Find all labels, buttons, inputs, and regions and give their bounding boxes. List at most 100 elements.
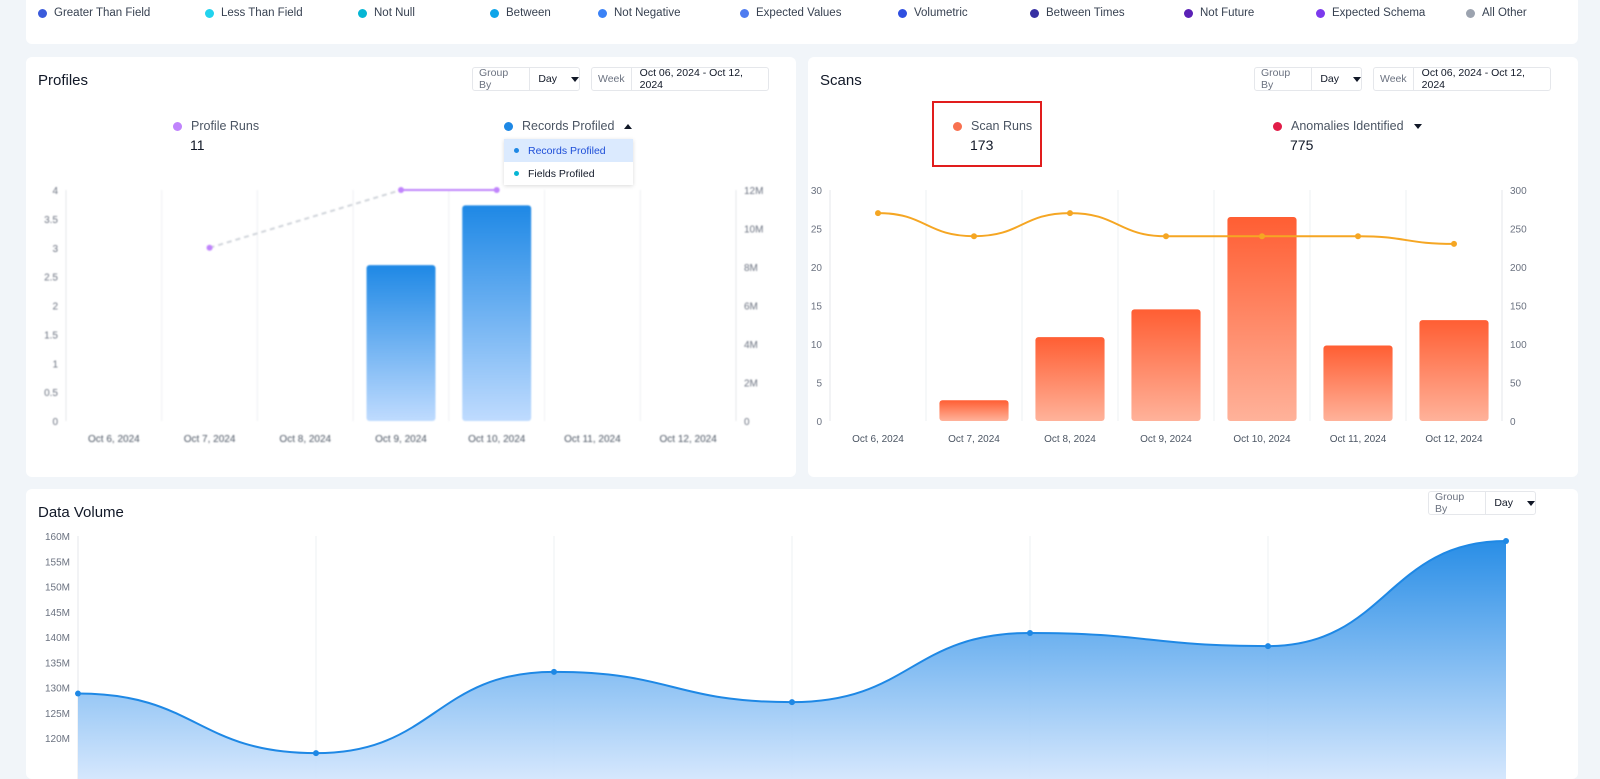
line-point — [1503, 538, 1509, 545]
y-left-tick-label: 3 — [52, 244, 58, 255]
bar — [1131, 309, 1201, 421]
y-tick-label: 160M — [45, 532, 70, 543]
legend-item[interactable]: Volumetric — [898, 7, 968, 19]
legend-label: Not Negative — [614, 7, 681, 19]
y-right-tick-label: 250 — [1510, 225, 1527, 236]
x-tick-label: Oct 9, 2024 — [1140, 434, 1192, 445]
bar — [462, 205, 532, 421]
y-right-tick-label: 6M — [744, 302, 758, 313]
y-left-tick-label: 5 — [816, 379, 822, 390]
dot-icon — [514, 148, 519, 153]
line-point — [493, 187, 500, 193]
scans-card: Scans Group By Day Week Oct 06, 2024 - O… — [808, 57, 1578, 477]
line-point — [875, 210, 881, 217]
bar — [1227, 216, 1297, 421]
legend-item[interactable]: Greater Than Field — [38, 7, 150, 19]
y-right-tick-label: 2M — [744, 379, 758, 390]
legend-label: Expected Values — [756, 7, 842, 19]
line-point — [1265, 643, 1271, 650]
legend-item[interactable]: All Other — [1466, 7, 1527, 19]
y-right-tick-label: 8M — [744, 263, 758, 274]
y-tick-label: 130M — [45, 684, 70, 695]
x-tick-label: Oct 10, 2024 — [1233, 434, 1291, 445]
dot-icon — [514, 171, 519, 176]
bar — [939, 400, 1009, 421]
legend-item[interactable]: Expected Schema — [1316, 7, 1425, 19]
legend-item[interactable]: Not Negative — [598, 7, 680, 19]
line-point — [206, 244, 213, 251]
data-volume-chart: 120M 125M 130M 135M 140M 145M 150M 155M 160M — [45, 532, 1509, 779]
line-point — [1027, 629, 1033, 636]
y-left-tick-label: 2 — [52, 302, 58, 313]
line-point — [313, 750, 319, 757]
profiles-chart: 0 0.5 1 1.5 2 2.5 3 3.5 4 0 2M 4M 6M 8M 10M 12M Oct 6, 2… — [44, 186, 763, 445]
check-type-legend: Greater Than Field Less Than Field Not Nul… — [26, 0, 1578, 44]
y-right-tick-label: 4M — [744, 340, 758, 351]
y-right-tick-label: 0 — [744, 417, 750, 428]
legend-label: Volumetric — [914, 7, 968, 19]
bar — [1323, 345, 1393, 421]
legend-item[interactable]: Less Than Field — [205, 7, 303, 19]
legend-dot — [38, 8, 47, 18]
y-left-tick-label: 3.5 — [44, 215, 58, 226]
y-left-tick-label: 0 — [52, 417, 58, 428]
y-tick-label: 120M — [45, 734, 70, 745]
legend-item[interactable]: Between — [490, 7, 551, 19]
legend-item[interactable]: Expected Values — [740, 7, 841, 19]
x-tick-label: Oct 8, 2024 — [1044, 434, 1096, 445]
line-point — [1355, 233, 1361, 240]
legend-row: Greater Than Field Less Than Field Not Nul… — [38, 7, 1566, 23]
legend-dot — [205, 8, 214, 18]
bar — [1035, 337, 1105, 421]
legend-dot — [1316, 8, 1325, 18]
y-left-tick-label: 10 — [811, 340, 823, 351]
series-line — [209, 189, 402, 249]
line-point — [1451, 240, 1457, 247]
y-left-tick-label: 25 — [811, 225, 823, 236]
legend-label: All Other — [1482, 7, 1527, 19]
legend-label: Not Future — [1200, 7, 1255, 19]
y-left-tick-label: 0.5 — [44, 388, 58, 399]
y-right-tick-label: 300 — [1510, 186, 1527, 197]
x-tick-label: Oct 11, 2024 — [564, 434, 621, 445]
y-right-tick-label: 12M — [744, 186, 763, 197]
x-tick-label: Oct 7, 2024 — [948, 434, 1000, 445]
y-right-tick-label: 50 — [1510, 379, 1522, 390]
dropdown-option-label: Records Profiled — [528, 144, 606, 157]
y-right-tick-label: 0 — [1510, 417, 1516, 428]
dropdown-option-label: Fields Profiled — [528, 167, 595, 180]
legend-item[interactable]: Not Null — [358, 7, 415, 19]
y-right-tick-label: 150 — [1510, 302, 1527, 313]
y-right-tick-label: 100 — [1510, 340, 1527, 351]
line-point — [789, 699, 795, 706]
legend-item[interactable]: Between Times — [1030, 7, 1125, 19]
dropdown-option-records-profiled[interactable]: Records Profiled — [504, 139, 633, 162]
legend-dot — [598, 8, 607, 18]
line-point — [1067, 210, 1073, 217]
data-volume-card: Data Volume Group By Day 120M 125M 130M 135… — [26, 489, 1578, 779]
bar — [366, 265, 436, 421]
y-left-tick-label: 4 — [52, 186, 58, 197]
profiles-card: Profiles Group By Day Week Oct 06, 2024 … — [26, 57, 796, 477]
x-tick-label: Oct 9, 2024 — [375, 434, 427, 445]
line-point — [1163, 233, 1169, 240]
y-left-tick-label: 30 — [811, 186, 823, 197]
legend-label: Not Null — [374, 7, 415, 19]
y-left-tick-label: 0 — [816, 417, 822, 428]
legend-item[interactable]: Not Future — [1184, 7, 1254, 19]
y-left-tick-label: 1 — [52, 359, 58, 370]
legend-label: Expected Schema — [1332, 7, 1426, 19]
x-tick-label: Oct 6, 2024 — [852, 434, 904, 445]
x-tick-label: Oct 10, 2024 — [468, 434, 526, 445]
y-left-tick-label: 20 — [811, 263, 823, 274]
y-tick-label: 155M — [45, 557, 70, 568]
y-tick-label: 140M — [45, 633, 70, 644]
legend-dot — [1184, 8, 1193, 18]
legend-label: Less Than Field — [221, 7, 303, 19]
dropdown-option-fields-profiled[interactable]: Fields Profiled — [504, 162, 633, 185]
bar — [1419, 320, 1489, 421]
y-tick-label: 135M — [45, 658, 70, 669]
x-tick-label: Oct 7, 2024 — [184, 434, 236, 445]
x-tick-label: Oct 6, 2024 — [88, 434, 140, 445]
y-left-tick-label: 2.5 — [44, 273, 58, 284]
